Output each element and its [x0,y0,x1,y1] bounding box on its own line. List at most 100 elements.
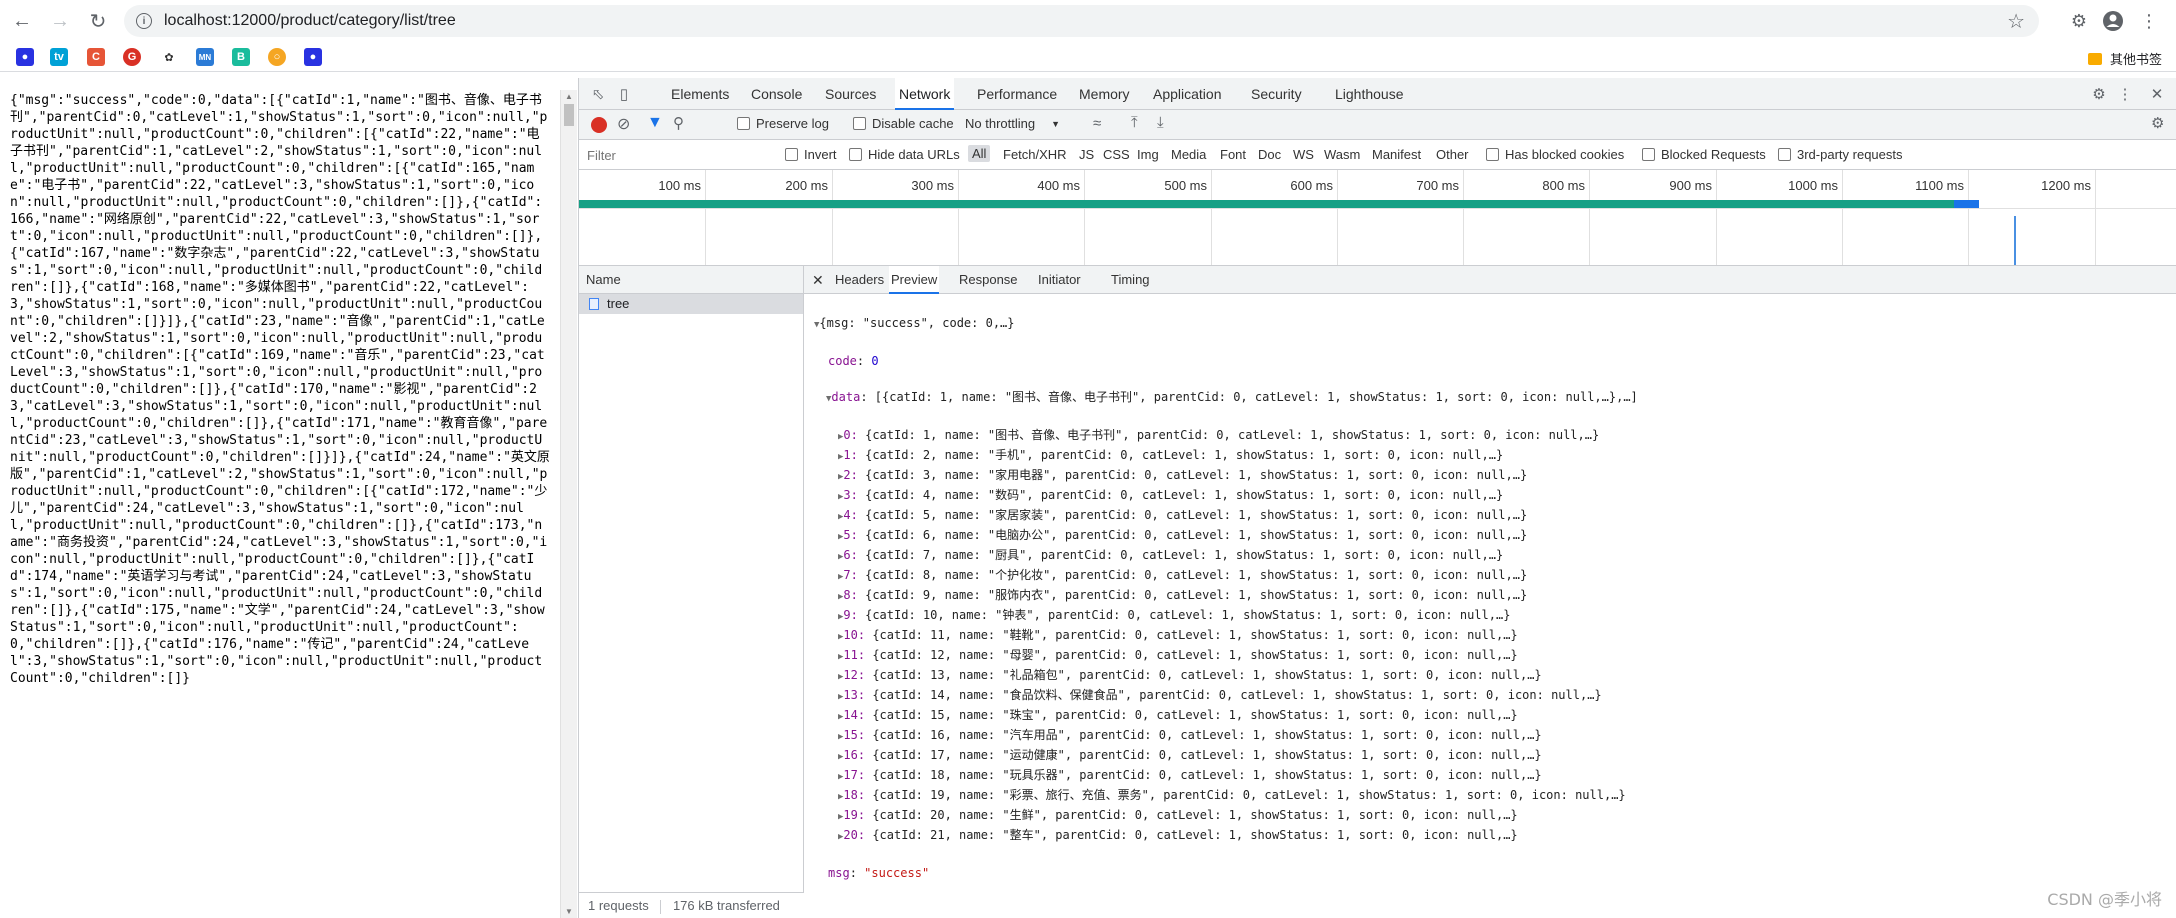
orange-bookmark-icon[interactable]: ○ [268,48,286,66]
baidu2-bookmark-icon[interactable]: ● [304,48,322,66]
filter-type-img[interactable]: Img [1137,147,1159,162]
name-column-header[interactable]: Name [579,266,803,294]
bilibili-bookmark-icon[interactable]: tv [50,48,68,66]
checkbox-box[interactable] [785,148,798,161]
filter-type-font[interactable]: Font [1220,147,1246,162]
tree-data-item[interactable]: ▶18: {catId: 19, name: "彩票、旅行、充值、票务", pa… [814,786,2174,806]
checkbox-box[interactable] [853,117,866,130]
tree-data-item[interactable]: ▶6: {catId: 7, name: "厨具", parentCid: 0,… [814,546,2174,566]
tab-network[interactable]: Network [895,78,955,110]
tab-timing[interactable]: Timing [1111,266,1150,294]
third-party-checkbox[interactable]: 3rd-party requests [1778,147,1903,162]
tree-data-item[interactable]: ▶19: {catId: 20, name: "生鲜", parentCid: … [814,806,2174,826]
tab-initiator[interactable]: Initiator [1038,266,1081,294]
tree-data-item[interactable]: ▶3: {catId: 4, name: "数码", parentCid: 0,… [814,486,2174,506]
filter-type-ws[interactable]: WS [1293,147,1314,162]
tree-data-item[interactable]: ▶12: {catId: 13, name: "礼品箱包", parentCid… [814,666,2174,686]
tree-root-row[interactable]: ▼{msg: "success", code: 0,…} [814,314,2174,334]
checkbox-box[interactable] [1778,148,1791,161]
filter-type-doc[interactable]: Doc [1258,147,1281,162]
mdn-bookmark-icon[interactable]: MN [196,48,214,66]
close-devtools-icon[interactable]: ✕ [2148,85,2166,103]
hide-data-urls-checkbox[interactable]: Hide data URLs [849,147,960,162]
export-har-icon[interactable]: ⤓ [1157,114,1164,131]
tab-memory[interactable]: Memory [1079,78,1130,110]
network-settings-icon[interactable]: ⚙ [2151,114,2164,132]
filter-type-all[interactable]: All [968,145,991,162]
tree-data-item[interactable]: ▶10: {catId: 11, name: "鞋靴", parentCid: … [814,626,2174,646]
filter-type-fetch-xhr[interactable]: Fetch/XHR [1003,147,1067,162]
bookmark-star-icon[interactable]: ☆ [2007,9,2025,34]
b-bookmark-icon[interactable]: B [232,48,250,66]
blocked-requests-checkbox[interactable]: Blocked Requests [1642,147,1766,162]
search-icon[interactable]: ⚲ [673,114,684,132]
checkbox-box[interactable] [1486,148,1499,161]
baidu-bookmark-icon[interactable]: ● [16,48,34,66]
tab-preview[interactable]: Preview [889,266,940,294]
tree-data-item[interactable]: ▶7: {catId: 8, name: "个护化妆", parentCid: … [814,566,2174,586]
tree-data-item[interactable]: ▶8: {catId: 9, name: "服饰内衣", parentCid: … [814,586,2174,606]
tab-console[interactable]: Console [751,78,802,110]
gitee-bookmark-icon[interactable]: G [123,48,141,66]
forward-icon[interactable]: → [44,5,76,37]
tree-data-item[interactable]: ▶11: {catId: 12, name: "母婴", parentCid: … [814,646,2174,666]
filter-type-js[interactable]: JS [1079,147,1094,162]
address-bar[interactable]: i localhost:12000/product/category/list/… [124,5,2039,37]
tab-lighthouse[interactable]: Lighthouse [1335,78,1404,110]
tree-data-item[interactable]: ▶15: {catId: 16, name: "汽车用品", parentCid… [814,726,2174,746]
clear-icon[interactable]: ⊘ [617,114,630,134]
extensions-icon[interactable]: ⚙ [2066,8,2092,34]
filter-type-wasm[interactable]: Wasm [1324,147,1360,162]
filter-type-manifest[interactable]: Manifest [1372,147,1421,162]
other-bookmarks[interactable]: 其他书签 [2087,49,2162,68]
filter-type-other[interactable]: Other [1436,147,1469,162]
has-blocked-cookies-checkbox[interactable]: Has blocked cookies [1486,147,1624,162]
tab-application[interactable]: Application [1153,78,1222,110]
tab-headers[interactable]: Headers [835,266,884,294]
tree-data-item[interactable]: ▶16: {catId: 17, name: "运动健康", parentCid… [814,746,2174,766]
tree-data-item[interactable]: ▶0: {catId: 1, name: "图书、音像、电子书刊", paren… [814,426,2174,446]
network-timeline-overview[interactable]: 100 ms 200 ms 300 ms 400 ms 500 ms 600 m… [579,170,2176,266]
tree-data-item[interactable]: ▶5: {catId: 6, name: "电脑办公", parentCid: … [814,526,2174,546]
settings-gear-icon[interactable]: ⚙ [2090,85,2108,103]
back-icon[interactable]: ← [6,5,38,37]
tree-data-item[interactable]: ▶2: {catId: 3, name: "家用电器", parentCid: … [814,466,2174,486]
throttling-select[interactable]: No throttling ▼ [965,116,1060,131]
filter-type-css[interactable]: CSS [1103,147,1130,162]
close-detail-icon[interactable]: ✕ [812,266,824,294]
record-icon[interactable] [591,117,607,133]
filter-type-media[interactable]: Media [1171,147,1206,162]
checkbox-box[interactable] [737,117,750,130]
preserve-log-checkbox[interactable]: Preserve log [737,116,829,131]
scrollbar-thumb[interactable] [564,104,574,126]
profile-avatar-icon[interactable] [2100,8,2126,34]
menu-kebab-icon[interactable]: ⋮ [2136,8,2162,34]
filter-funnel-icon[interactable]: ▼ [647,114,663,132]
scroll-down-icon[interactable]: ▼ [565,907,573,916]
tree-data-item[interactable]: ▶4: {catId: 5, name: "家居家装", parentCid: … [814,506,2174,526]
tree-data-item[interactable]: ▶17: {catId: 18, name: "玩具乐器", parentCid… [814,766,2174,786]
filter-input[interactable] [583,144,768,166]
disable-cache-checkbox[interactable]: Disable cache [853,116,954,131]
site-info-icon[interactable]: i [136,13,152,29]
reload-icon[interactable]: ↻ [82,5,114,37]
leaf-bookmark-icon[interactable]: ✿ [160,48,178,66]
tab-performance[interactable]: Performance [977,78,1057,110]
import-har-icon[interactable]: ⤒ [1131,114,1138,131]
checkbox-box[interactable] [1642,148,1655,161]
tree-data-item[interactable]: ▶9: {catId: 10, name: "钟表", parentCid: 0… [814,606,2174,626]
invert-checkbox[interactable]: Invert [785,147,837,162]
inspect-element-icon[interactable]: ⬁ [589,85,607,103]
url-text[interactable]: localhost:12000/product/category/list/tr… [164,12,456,30]
tab-response[interactable]: Response [959,266,1018,294]
device-toolbar-icon[interactable]: ▯ [615,85,633,103]
network-conditions-icon[interactable]: ≈ [1093,115,1101,132]
tab-elements[interactable]: Elements [671,78,729,110]
tree-row-data[interactable]: ▼data: [{catId: 1, name: "图书、音像、电子书刊", p… [814,388,2174,408]
page-scrollbar[interactable]: ▲ ▼ [560,90,577,918]
tree-data-item[interactable]: ▶20: {catId: 21, name: "整车", parentCid: … [814,826,2174,846]
csdn-bookmark-icon[interactable]: C [87,48,105,66]
devtools-menu-icon[interactable]: ⋮ [2116,85,2134,103]
checkbox-box[interactable] [849,148,862,161]
tree-data-item[interactable]: ▶14: {catId: 15, name: "珠宝", parentCid: … [814,706,2174,726]
